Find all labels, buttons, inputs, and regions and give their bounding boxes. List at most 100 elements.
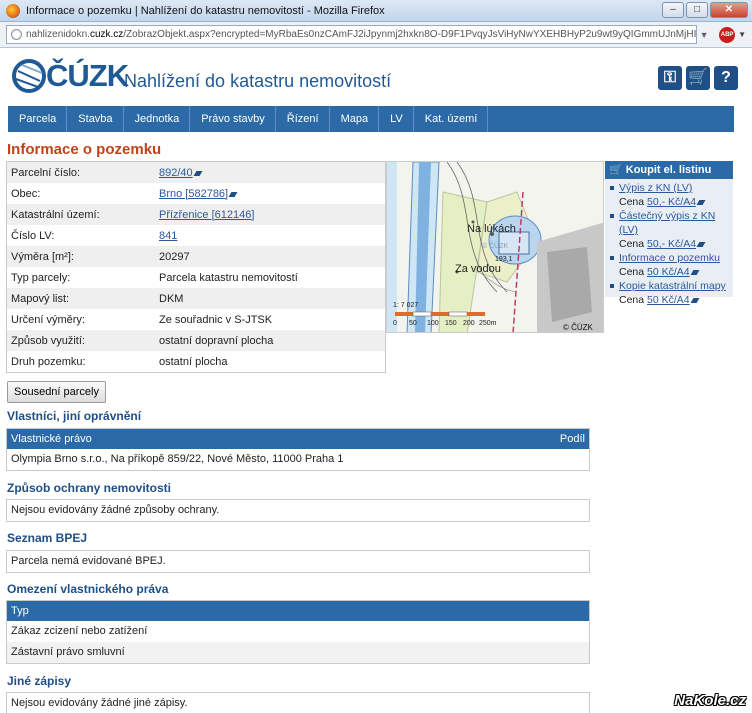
cadastral-map[interactable]: Na lúkách Za vodou © ČÚZK 193,1 1: 7 027… [386,161,604,333]
buy-partial-extract-link[interactable]: Částečný výpis z KN (LV) [619,209,733,237]
table-row: Číslo LV: 841 [7,225,385,246]
row-label: Výměra [m²]: [11,250,74,263]
buy-map-copy-link[interactable]: Kopie katastrální mapy [619,279,726,293]
globe-icon [11,29,22,40]
row-label: Typ parcely: [11,271,71,284]
nav-lv[interactable]: LV [379,106,414,132]
row-value: ostatní dopravní plocha [159,334,274,347]
protection-title: Způsob ochrany nemovitosti [7,481,172,495]
table-row: Katastrální území: Přízřenice [612146] [7,204,385,225]
list-item: Částečný výpis z KN (LV) [609,209,733,237]
site-title: Nahlížení do katastru nemovitostí [124,71,392,91]
window-titlebar: Informace o pozemku | Nahlížení do katas… [0,0,752,22]
table-row: Nejsou evidovány žádné jiné zápisy. [11,697,188,709]
table-row: Parcela nemá evidované BPEJ. [11,555,166,567]
lv-number-link[interactable]: 841 [159,230,177,242]
cuzk-logo-icon [12,59,46,93]
firefox-icon [6,3,20,18]
nav-kat-uzemi[interactable]: Kat. území [414,106,489,132]
row-label: Obec: [11,187,41,200]
table-row: Způsob využití: ostatní dopravní plocha [7,330,385,351]
map-drawing: Na lúkách Za vodou © ČÚZK 193,1 1: 7 027… [387,162,603,332]
scale-tick: 200 [463,320,475,327]
table-row: Mapový list: DKM [7,288,385,309]
row-label: Způsob využití: [11,334,85,347]
maximize-button[interactable]: □ [686,2,708,18]
marker-icon [696,242,706,247]
adblock-dropdown-icon[interactable]: ▼ [738,30,746,39]
price-line: Cena 50,- Kč/A4 [609,237,733,251]
nav-parcela[interactable]: Parcela [8,106,68,132]
cuzk-logo[interactable]: ČÚZK [12,58,129,94]
price-prefix: Cena [619,266,648,278]
price-prefix: Cena [619,294,648,306]
table-row: Nejsou evidovány žádné způsoby ochrany. [11,504,220,516]
price-link[interactable]: 50,- Kč/A4 [647,196,696,208]
parcel-info-table: Parcelní číslo: 892/40 Obec: Brno [58278… [6,161,386,373]
main-nav: Parcela Stavba Jednotka Právo stavby Říz… [8,106,734,132]
bpej-table: Parcela nemá evidované BPEJ. [6,550,590,573]
marker-icon[interactable] [193,170,203,176]
table-header: Vlastnické právo Podíl [7,429,589,449]
price-link[interactable]: 50 Kč/A4 [647,294,690,306]
url-input[interactable]: nahlizenidokn. cuzk.cz/ZobrazObjekt.aspx?… [6,25,698,44]
scale-tick: 50 [409,320,417,327]
table-row: Typ parcely: Parcela katastru nemovitost… [7,267,385,288]
table-row: Olympia Brno s.r.o., Na příkopě 859/22, … [11,453,344,465]
row-value: Ze souřadnic v S-JTSK [159,313,273,326]
key-icon[interactable]: ⚿ [658,66,682,90]
row-label: Mapový list: [11,292,70,305]
close-button[interactable]: ✕ [710,2,748,18]
table-row: Obec: Brno [582786] [7,183,385,204]
window-controls: – □ ✕ [662,2,748,18]
col-header-ownership: Vlastnické právo [11,433,92,445]
map-label-na-lukach: Na lúkách [467,223,516,235]
minimize-button[interactable]: – [662,2,684,18]
logo-text: ČÚZK [46,58,129,93]
cadastral-area-link[interactable]: Přízřenice [612146] [159,209,254,221]
price-link[interactable]: 50,- Kč/A4 [647,238,696,250]
row-value: 20297 [159,250,190,263]
page-content: ČÚZK Nahlížení do katastru nemovitostí ⚿… [0,48,752,713]
marker-icon [690,298,700,303]
buy-box-title: Koupit el. listinu [625,164,712,176]
bullet-icon [610,256,614,260]
municipality-link[interactable]: Brno [582786] [159,188,228,200]
site-header: ČÚZK Nahlížení do katastru nemovitostí ⚿… [0,48,752,106]
nav-rizeni[interactable]: Řízení [276,106,330,132]
nav-pravo-stavby[interactable]: Právo stavby [190,106,276,132]
header-tools: ⚿ 🛒 ? [658,66,738,90]
restrictions-table: Typ Zákaz zcizení nebo zatížení Zástavní… [6,600,590,664]
buy-parcel-info-link[interactable]: Informace o pozemku [619,251,720,265]
row-label: Určení výměry: [11,313,85,326]
parcel-number-link[interactable]: 892/40 [159,167,193,179]
col-header-type: Typ [11,605,29,617]
neighbor-parcels-button[interactable]: Sousední parcely [7,381,106,403]
scale-tick: 150 [445,320,457,327]
bpej-title: Seznam BPEJ [7,531,88,545]
table-row: Určení výměry: Ze souřadnic v S-JTSK [7,309,385,330]
marker-icon[interactable] [228,191,238,197]
table-row: Zákaz zcizení nebo zatížení [11,625,148,637]
url-domain: cuzk.cz [89,29,124,40]
price-line: Cena 50 Kč/A4 [609,293,733,307]
map-point-number: 193,1 [495,256,513,263]
cart-icon[interactable]: 🛒 [686,66,710,90]
col-header-share: Podíl [559,433,585,445]
bullet-icon [610,186,614,190]
watermark: NaKole.cz [674,692,746,709]
nav-mapa[interactable]: Mapa [330,106,380,132]
url-prefix: nahlizenidokn. [26,29,90,40]
nav-jednotka[interactable]: Jednotka [124,106,191,132]
list-item: Informace o pozemku [609,251,733,265]
help-icon[interactable]: ? [714,66,738,90]
map-copyright: © ČÚZK [563,323,594,332]
buy-lv-extract-link[interactable]: Výpis z KN (LV) [619,181,692,195]
price-link[interactable]: 50 Kč/A4 [647,266,690,278]
adblock-icon[interactable]: ABP [719,26,736,43]
dropdown-arrow-icon[interactable]: ▼ [697,30,711,40]
nav-stavba[interactable]: Stavba [67,106,124,132]
other-records-title: Jiné zápisy [7,674,72,688]
price-prefix: Cena [619,238,648,250]
buy-document-box: 🛒 Koupit el. listinu Výpis z KN (LV) Cen… [605,161,733,306]
